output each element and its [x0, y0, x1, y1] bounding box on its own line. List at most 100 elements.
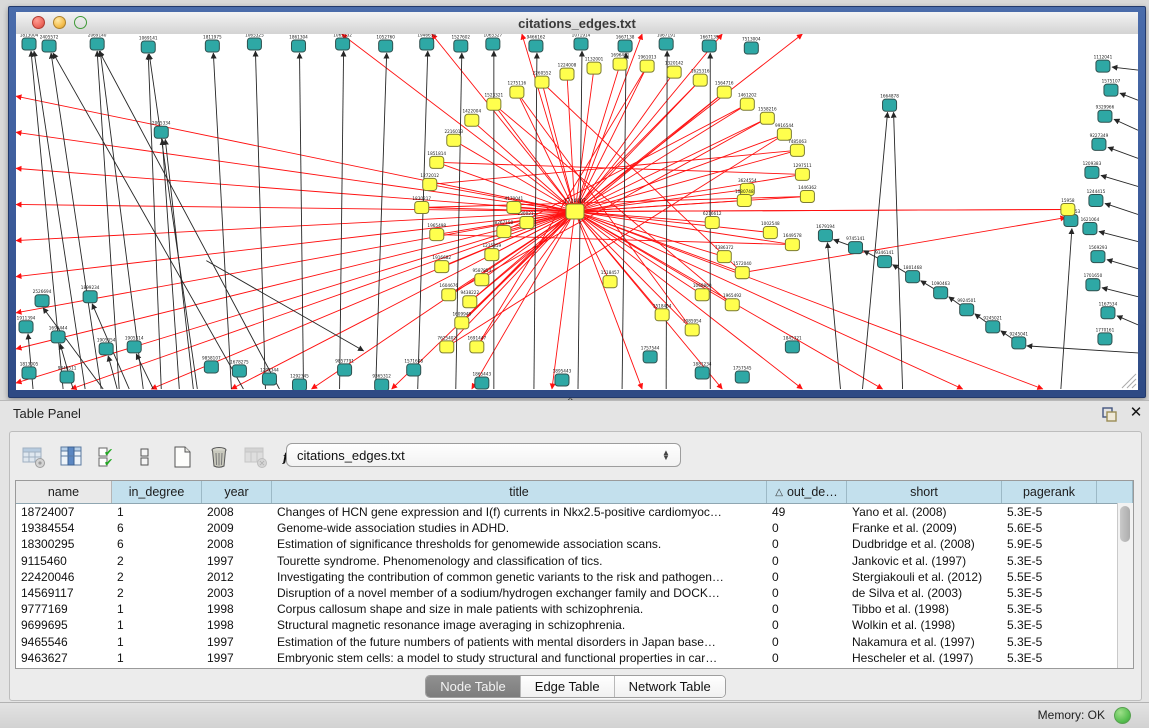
graph-node[interactable]: 1865443: [473, 371, 492, 389]
graph-node[interactable]: 1572040: [733, 261, 752, 279]
graph-node[interactable]: 1244415: [1087, 189, 1106, 207]
graph-node[interactable]: 9245021: [983, 315, 1002, 333]
graph-node[interactable]: 7485063: [788, 139, 807, 157]
graph-node[interactable]: 1071914: [572, 34, 591, 50]
graph-node[interactable]: 2526694: [33, 289, 52, 307]
graph-node[interactable]: 9587853: [473, 268, 492, 286]
table-row[interactable]: 1938455462009Genome-wide association stu…: [16, 520, 1133, 536]
graph-node[interactable]: 1895443: [553, 368, 572, 386]
graph-node[interactable]: 9924501: [957, 298, 976, 316]
network-canvas[interactable]: 1813004240557220691401069141181197510653…: [16, 34, 1138, 390]
graph-node[interactable]: 6216612: [703, 211, 722, 229]
graph-node[interactable]: 1518457: [601, 270, 620, 288]
graph-node[interactable]: 9346511: [58, 365, 77, 383]
graph-node[interactable]: 1080748: [735, 189, 754, 207]
graph-node[interactable]: 1523321: [485, 93, 504, 111]
graph-node[interactable]: 1224008: [558, 63, 577, 81]
graph-node[interactable]: 1696444: [49, 325, 68, 343]
graph-node[interactable]: 9245041: [1009, 331, 1028, 349]
graph-node[interactable]: 1621064: [1081, 217, 1100, 235]
new-column-icon[interactable]: [168, 443, 196, 471]
graph-node[interactable]: 7625402: [437, 335, 456, 353]
graph-node[interactable]: 1571648: [404, 358, 423, 376]
row-height-icon[interactable]: [131, 443, 159, 471]
graph-node[interactable]: 9745141: [846, 236, 865, 254]
graph-node[interactable]: 1845321: [783, 335, 802, 353]
graph-node[interactable]: 2216013: [444, 129, 463, 147]
graph-node[interactable]: 1167534: [1099, 301, 1118, 319]
graph-node[interactable]: 1851814: [427, 151, 446, 169]
table-row[interactable]: 1456911722003Disruption of a novel membe…: [16, 585, 1133, 601]
table-row[interactable]: 911546021997Tourette syndrome. Phenomeno…: [16, 553, 1133, 569]
column-header-name[interactable]: name: [16, 481, 112, 503]
network-window-titlebar[interactable]: citations_edges.txt: [16, 12, 1138, 35]
graph-node[interactable]: 1564716: [715, 81, 734, 99]
graph-node[interactable]: 9346141: [875, 250, 894, 268]
graph-node[interactable]: 1701650: [1084, 273, 1103, 291]
table-mode-icon[interactable]: [20, 443, 48, 471]
graph-node[interactable]: 1069141: [139, 36, 158, 54]
graph-node[interactable]: 1090463: [931, 281, 950, 299]
graph-node[interactable]: 1916682: [432, 255, 451, 273]
graph-node[interactable]: 1667139: [700, 35, 719, 53]
show-columns-icon[interactable]: [57, 443, 85, 471]
citation-graph[interactable]: 1813004240557220691401069141181197510653…: [16, 34, 1138, 390]
graph-node[interactable]: 1297511: [793, 163, 812, 181]
graph-node[interactable]: 1209383: [1083, 161, 1102, 179]
graph-node[interactable]: 1065325: [245, 34, 264, 50]
graph-node[interactable]: 2260552: [533, 71, 552, 89]
column-header-short[interactable]: short: [847, 481, 1002, 503]
graph-node[interactable]: 9857791: [335, 358, 354, 376]
graph-node[interactable]: 1569293: [1089, 245, 1108, 263]
graph-node[interactable]: 1235359: [483, 243, 502, 261]
graph-node[interactable]: 1067191: [657, 34, 676, 50]
graph-node[interactable]: 7386372: [715, 245, 734, 263]
graph-node[interactable]: 2405572: [40, 35, 59, 53]
float-panel-icon[interactable]: [1100, 405, 1118, 423]
zoom-window-icon[interactable]: [74, 16, 87, 29]
graph-node[interactable]: 1558216: [758, 107, 777, 125]
table-row[interactable]: 2242004622012Investigating the contribut…: [16, 569, 1133, 585]
graph-node[interactable]: 2300217: [518, 211, 537, 229]
graph-node[interactable]: 1965498: [427, 223, 446, 241]
graph-node[interactable]: 1961013: [638, 55, 657, 73]
graph-node[interactable]: 1002548: [761, 221, 780, 239]
graph-node[interactable]: 9466162: [527, 35, 546, 53]
column-header-in_degree[interactable]: in_degree: [112, 481, 202, 503]
scrollbar-thumb[interactable]: [1120, 506, 1130, 542]
graph-node[interactable]: 1946616: [417, 34, 436, 50]
graph-node[interactable]: 1757544: [641, 345, 660, 363]
graph-node[interactable]: 9858107: [202, 355, 221, 373]
table-row[interactable]: 977716911998Corpus callosum shape and si…: [16, 601, 1133, 617]
graph-node[interactable]: 9916544: [775, 123, 794, 141]
graph-node[interactable]: 1757545: [733, 365, 752, 383]
graph-node[interactable]: 9365312: [372, 373, 391, 390]
column-header-pagerank[interactable]: pagerank: [1002, 481, 1097, 503]
graph-node[interactable]: 4170041: [505, 196, 524, 214]
graph-node[interactable]: 8267150: [495, 220, 514, 238]
graph-node[interactable]: 7513004: [742, 37, 761, 55]
graph-node[interactable]: 1905314: [125, 335, 144, 353]
graph-node[interactable]: 1899234: [81, 285, 100, 303]
table-row[interactable]: 1872400712008Changes of HCN gene express…: [16, 504, 1133, 520]
graph-node[interactable]: 1272012: [420, 173, 439, 191]
graph-node[interactable]: 1905354: [97, 337, 116, 355]
graph-node[interactable]: 1830217: [412, 196, 431, 214]
graph-node[interactable]: 1085954: [683, 318, 702, 336]
graph-node[interactable]: 1861304: [289, 35, 308, 53]
graph-node[interactable]: 1649578: [783, 233, 802, 251]
graph-node[interactable]: 1518454: [653, 303, 672, 321]
close-window-icon[interactable]: [32, 16, 45, 29]
graph-node[interactable]: 1811975: [203, 35, 222, 53]
graph-node[interactable]: 1691447: [467, 335, 486, 353]
graph-node[interactable]: 1881234: [693, 361, 712, 379]
column-header-year[interactable]: year: [202, 481, 272, 503]
delete-table-icon[interactable]: ✕: [242, 443, 270, 471]
graph-node[interactable]: 1052760: [376, 35, 395, 53]
graph-node[interactable]: 1678275: [230, 359, 249, 377]
table-row[interactable]: 969969511998Structural magnetic resonanc…: [16, 617, 1133, 633]
tab-edge-table[interactable]: Edge Table: [521, 676, 615, 697]
graph-node[interactable]: 1609948: [452, 311, 471, 329]
graph-node[interactable]: 1696461: [611, 53, 630, 71]
delete-column-icon[interactable]: [205, 443, 233, 471]
